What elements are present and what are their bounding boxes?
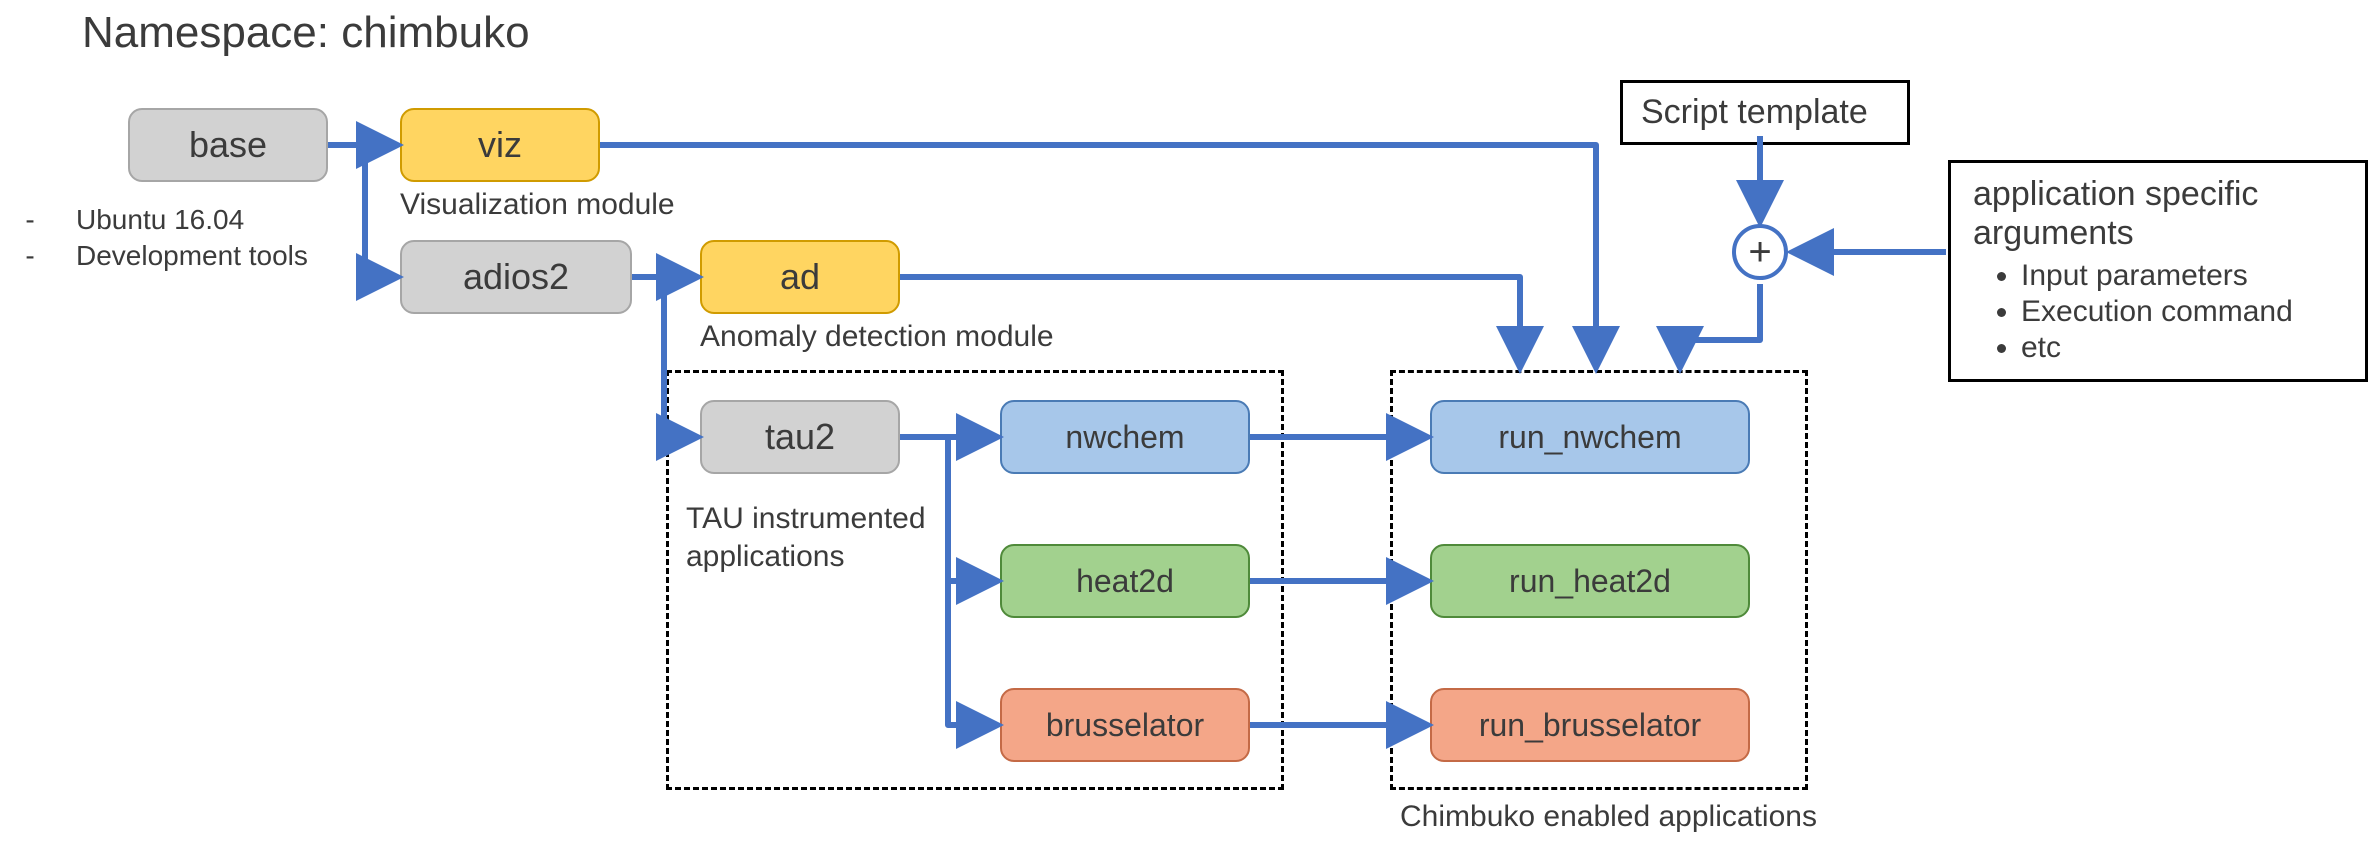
node-adios2-label: adios2 xyxy=(463,256,569,298)
plus-junction: + xyxy=(1732,224,1788,280)
node-run-heat2d: run_heat2d xyxy=(1430,544,1750,618)
node-run-brusselator-label: run_brusselator xyxy=(1479,707,1701,744)
caption-viz: Visualization module xyxy=(400,188,675,222)
node-run-heat2d-label: run_heat2d xyxy=(1509,563,1671,600)
caption-ad: Anomaly detection module xyxy=(700,320,1054,354)
plus-symbol: + xyxy=(1748,230,1771,275)
node-brusselator-label: brusselator xyxy=(1046,707,1204,744)
box-args-item-1: Execution command xyxy=(2021,295,2343,329)
node-nwchem: nwchem xyxy=(1000,400,1250,474)
box-script-template-label: Script template xyxy=(1641,93,1868,131)
node-ad: ad xyxy=(700,240,900,314)
node-brusselator: brusselator xyxy=(1000,688,1250,762)
node-run-nwchem-label: run_nwchem xyxy=(1498,419,1681,456)
node-ad-label: ad xyxy=(780,256,820,298)
node-nwchem-label: nwchem xyxy=(1065,419,1184,456)
node-adios2: adios2 xyxy=(400,240,632,314)
side-note-0: Ubuntu 16.04 xyxy=(76,204,244,236)
node-viz-label: viz xyxy=(478,124,522,166)
side-note-1: Development tools xyxy=(76,240,308,272)
group-tau-apps-label: TAU instrumented applications xyxy=(686,500,1006,575)
box-script-template: Script template xyxy=(1620,80,1910,145)
node-base: base xyxy=(128,108,328,182)
node-run-brusselator: run_brusselator xyxy=(1430,688,1750,762)
side-notes: -Ubuntu 16.04 -Development tools xyxy=(22,200,308,276)
node-run-nwchem: run_nwchem xyxy=(1430,400,1750,474)
box-args-item-0: Input parameters xyxy=(2021,259,2343,293)
box-args-item-2: etc xyxy=(2021,331,2343,365)
box-args: application specific arguments Input par… xyxy=(1948,160,2368,382)
node-heat2d-label: heat2d xyxy=(1076,563,1174,600)
group-chimbuko-apps-label: Chimbuko enabled applications xyxy=(1400,800,1817,834)
node-viz: viz xyxy=(400,108,600,182)
node-heat2d: heat2d xyxy=(1000,544,1250,618)
page-title: Namespace: chimbuko xyxy=(82,8,530,58)
box-args-title: application specific arguments xyxy=(1973,175,2343,253)
node-base-label: base xyxy=(189,124,267,166)
